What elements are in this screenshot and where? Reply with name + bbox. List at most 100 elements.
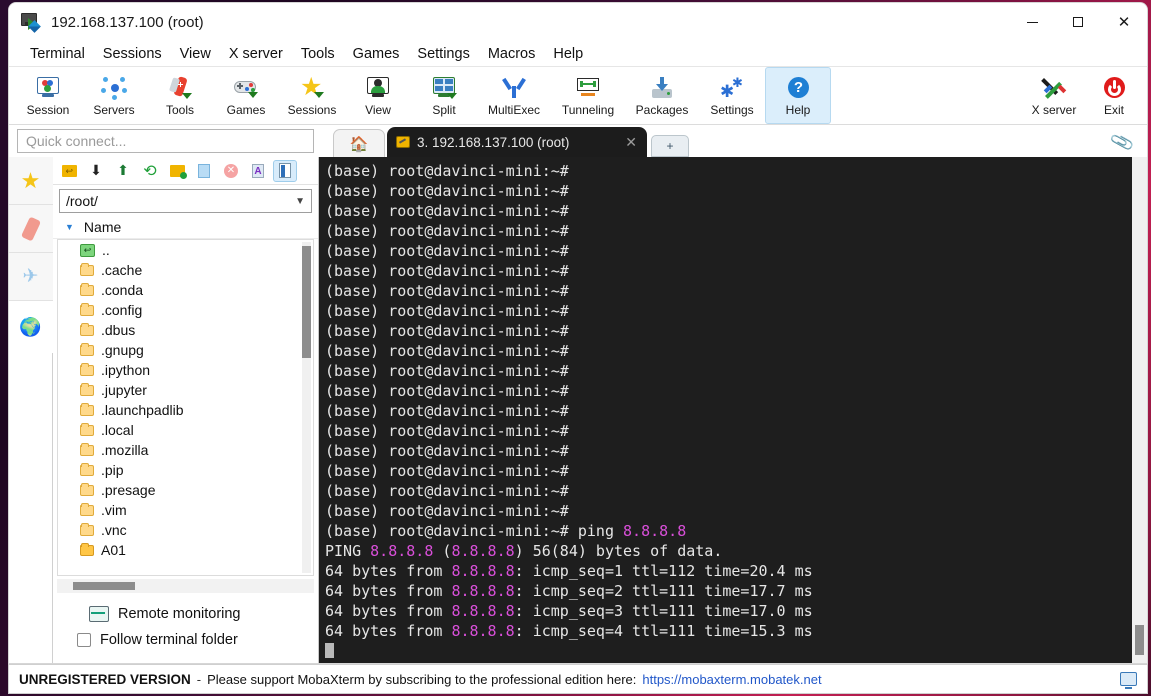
tools-rail[interactable] — [9, 205, 53, 253]
text-mode-icon[interactable]: A — [246, 160, 270, 182]
list-item[interactable]: ↩ .. — [58, 240, 313, 260]
list-item[interactable]: .ipython — [58, 360, 313, 380]
maximize-button[interactable] — [1055, 3, 1101, 41]
new-folder-icon[interactable] — [165, 160, 189, 182]
toolbar-sessions-button[interactable]: ★ Sessions — [279, 67, 345, 124]
new-tab-button[interactable]: + — [651, 135, 689, 157]
terminal-line: (base) root@davinci-mini:~# ping 8.8.8.8 — [325, 522, 687, 540]
toolbar-view-button[interactable]: View — [345, 67, 411, 124]
tab-session-3[interactable]: 3. 192.168.137.100 (root) ✕ — [387, 127, 647, 157]
file-list[interactable]: ↩ .. .cache .conda .config .dbus .gnupg … — [57, 239, 314, 576]
menu-tools[interactable]: Tools — [292, 44, 344, 64]
list-item[interactable]: .presage — [58, 480, 313, 500]
body-split: ★ ✈ 🌍 ↩ ⬇ ⬆ ⟲ ✕ A /root/ ▼ ▼ Name ↩ .. .… — [9, 157, 1147, 663]
list-item[interactable]: .dbus — [58, 320, 313, 340]
pencil-icon — [396, 136, 410, 148]
terminal-line: (base) root@davinci-mini:~# — [325, 282, 569, 300]
terminal-line: (base) root@davinci-mini:~# — [325, 362, 569, 380]
toolbar-multiexec-button[interactable]: MultiExec — [477, 67, 551, 124]
parent-folder-icon[interactable]: ↩ — [57, 160, 81, 182]
list-item[interactable]: .config — [58, 300, 313, 320]
download-icon[interactable]: ⬇ — [84, 160, 108, 182]
terminal-line: (base) root@davinci-mini:~# — [325, 382, 569, 400]
mobaxterm-link[interactable]: https://mobaxterm.mobatek.net — [642, 672, 821, 687]
toolbar-view-label: View — [365, 102, 391, 117]
tools-knife-icon — [20, 215, 41, 242]
menu-sessions[interactable]: Sessions — [94, 44, 171, 64]
terminal-line: (base) root@davinci-mini:~# — [325, 242, 569, 260]
list-item[interactable]: .vim — [58, 500, 313, 520]
upload-icon[interactable]: ⬆ — [111, 160, 135, 182]
sftp-globe-rail[interactable]: 🌍 — [9, 301, 53, 353]
terminal-scrollbar[interactable] — [1132, 157, 1147, 663]
terminal-output[interactable]: (base) root@davinci-mini:~# (base) root@d… — [319, 157, 1132, 663]
sessions-rail[interactable]: ★ — [9, 157, 53, 205]
view-mode-icon[interactable] — [273, 159, 297, 182]
follow-terminal-checkbox[interactable] — [77, 633, 91, 647]
folder-icon — [80, 422, 94, 436]
chevron-down-icon[interactable]: ▼ — [295, 196, 305, 207]
paperclip-icon[interactable]: 📎 — [1109, 130, 1136, 156]
file-list-header: ▼ Name — [53, 215, 318, 239]
sftp-path-input[interactable]: /root/ ▼ — [59, 189, 312, 213]
toolbar-split-button[interactable]: Split — [411, 67, 477, 124]
toolbar-games-button[interactable]: Games — [213, 67, 279, 124]
file-name: A01 — [101, 542, 126, 558]
toolbar-tunneling-button[interactable]: Tunneling — [551, 67, 625, 124]
list-item[interactable]: .mozilla — [58, 440, 313, 460]
tab-home[interactable]: 🏠 — [333, 129, 385, 157]
terminal-scrollbar-thumb[interactable] — [1135, 625, 1144, 655]
terminal-line: (base) root@davinci-mini:~# — [325, 482, 569, 500]
file-name: .launchpadlib — [101, 402, 184, 418]
list-item[interactable]: .launchpadlib — [58, 400, 313, 420]
file-list-hscrollbar-thumb[interactable] — [73, 582, 135, 590]
list-item[interactable]: .jupyter — [58, 380, 313, 400]
file-list-vscrollbar-thumb[interactable] — [302, 246, 311, 358]
file-list-vscrollbar[interactable] — [302, 242, 311, 573]
gear-icon: ✱ ✱ — [720, 74, 743, 101]
list-item[interactable]: .pip — [58, 460, 313, 480]
menu-macros[interactable]: Macros — [479, 44, 545, 64]
list-item[interactable]: .conda — [58, 280, 313, 300]
toolbar-exit-button[interactable]: Exit — [1087, 67, 1141, 124]
delete-icon[interactable]: ✕ — [219, 160, 243, 182]
toolbar-settings-button[interactable]: ✱ ✱ Settings — [699, 67, 765, 124]
toolbar-tools-button[interactable]: Tools — [147, 67, 213, 124]
tab-close-icon[interactable]: ✕ — [611, 134, 637, 151]
toolbar-session-button[interactable]: Session — [15, 67, 81, 124]
file-name: .presage — [101, 482, 156, 498]
menu-terminal[interactable]: Terminal — [21, 44, 94, 64]
menu-help[interactable]: Help — [544, 44, 592, 64]
file-list-hscrollbar[interactable] — [57, 579, 314, 593]
refresh-icon[interactable]: ⟲ — [138, 160, 162, 182]
new-file-icon[interactable] — [192, 160, 216, 182]
terminal-line: (base) root@davinci-mini:~# — [325, 182, 569, 200]
list-item[interactable]: .local — [58, 420, 313, 440]
file-column-name[interactable]: Name — [84, 219, 121, 235]
menu-view[interactable]: View — [171, 44, 220, 64]
servers-network-icon — [100, 75, 128, 101]
list-item[interactable]: .gnupg — [58, 340, 313, 360]
list-item[interactable]: .cache — [58, 260, 313, 280]
toolbar-packages-button[interactable]: Packages — [625, 67, 699, 124]
toolbar-xserver-button[interactable]: X server — [1021, 67, 1087, 124]
file-name: .vim — [101, 502, 127, 518]
close-button[interactable]: ✕ — [1101, 3, 1147, 41]
minimize-button[interactable] — [1009, 3, 1055, 41]
menu-settings[interactable]: Settings — [408, 44, 478, 64]
menu-x-server[interactable]: X server — [220, 44, 292, 64]
sort-caret-icon[interactable]: ▼ — [65, 222, 74, 232]
menu-games[interactable]: Games — [344, 44, 409, 64]
list-item[interactable]: A01 — [58, 540, 313, 560]
list-item[interactable]: .vnc — [58, 520, 313, 540]
follow-terminal-folder-row[interactable]: Follow terminal folder — [53, 627, 318, 653]
toolbar-split-label: Split — [432, 102, 456, 117]
quick-connect-input[interactable]: Quick connect... — [17, 129, 314, 153]
display-icon[interactable] — [1120, 672, 1137, 689]
remote-monitoring-row[interactable]: Remote monitoring — [53, 601, 318, 627]
toolbar-help-button[interactable]: ? Help — [765, 67, 831, 124]
macros-rail[interactable]: ✈ — [9, 253, 53, 301]
toolbar-servers-button[interactable]: Servers — [81, 67, 147, 124]
terminal-line: 64 bytes from 8.8.8.8: icmp_seq=2 ttl=11… — [325, 582, 813, 600]
terminal-line: 64 bytes from 8.8.8.8: icmp_seq=1 ttl=11… — [325, 562, 813, 580]
